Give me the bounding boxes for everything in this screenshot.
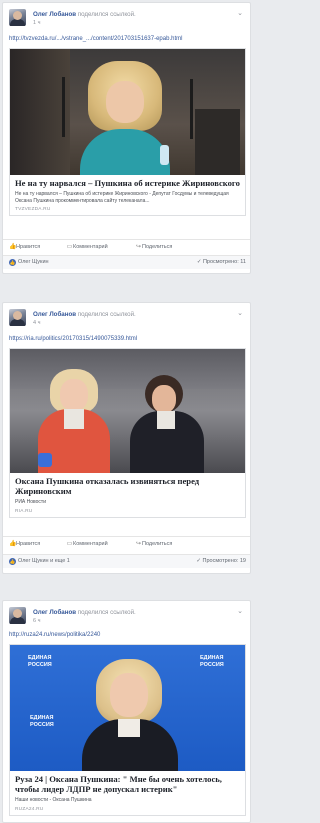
comment-label: Комментарий: [73, 244, 108, 250]
link-title[interactable]: Руза 24 | Оксана Пушкина: " Мне бы очень…: [15, 774, 240, 794]
link-title[interactable]: Не на ту нарвался – Пушкина об истерике …: [15, 178, 240, 188]
post-header: Олег Лобанов поделился ссылкой. 6 ч ⌄: [3, 601, 250, 629]
chevron-down-icon[interactable]: ⌄: [236, 608, 244, 615]
link-source: Наши новости - Оксана Пушкина: [15, 797, 92, 803]
avatar[interactable]: [9, 309, 26, 326]
share-button[interactable]: ↪Поделиться: [135, 243, 172, 250]
post-header: Олег Лобанов поделился ссылкой. 4 ч ⌄: [3, 303, 250, 331]
post-time[interactable]: 6 ч: [33, 618, 40, 624]
shared-url[interactable]: http://ruza24.ru/news/politika/2240: [9, 632, 100, 638]
like-button[interactable]: 👍Нравится: [9, 243, 40, 250]
feed-post: Олег Лобанов поделился ссылкой. 4 ч ⌄ ht…: [2, 302, 251, 574]
party-banner-lower: ЕДИНАЯ РОССИЯ: [30, 715, 54, 728]
feed-post: Олег Лобанов поделился ссылкой. 6 ч ⌄ ht…: [2, 600, 251, 823]
comment-button[interactable]: ▭Комментарий: [66, 243, 108, 250]
post-headline: Олег Лобанов поделился ссылкой.: [33, 11, 136, 18]
link-card[interactable]: Оксана Пушкина отказалась извиняться пер…: [9, 348, 246, 518]
comment-icon: ▭: [66, 244, 73, 250]
like-label: Нравится: [16, 244, 41, 250]
reactions-bar: 👍 Олег Щукин ✓ Просмотрено: 11: [3, 255, 250, 269]
comment-button[interactable]: ▭Комментарий: [66, 540, 108, 547]
party-banner-left: ЕДИНАЯ РОССИЯ: [28, 655, 52, 668]
post-headline: Олег Лобанов поделился ссылкой.: [33, 609, 136, 616]
reactions-summary[interactable]: 👍 Олег Щукин: [9, 259, 49, 266]
link-image[interactable]: [10, 49, 245, 175]
link-domain: RIA.RU: [15, 508, 33, 514]
reactions-text: Олег Щукин и еще 1: [18, 558, 70, 564]
post-header: Олег Лобанов поделился ссылкой. 1 ч ⌄: [3, 3, 250, 31]
post-time[interactable]: 4 ч: [33, 320, 40, 326]
views-text: Просмотрено: 19: [202, 558, 246, 564]
link-domain: TVZVEZDA.RU: [15, 207, 51, 212]
like-button[interactable]: 👍Нравится: [9, 540, 40, 547]
author-name[interactable]: Олег Лобанов: [33, 11, 76, 18]
share-icon: ↪: [135, 244, 142, 250]
news-feed: Олег Лобанов поделился ссылкой. 1 ч ⌄ ht…: [0, 0, 261, 823]
shared-url[interactable]: https://ria.ru/politics/20170315/1490075…: [9, 336, 137, 342]
post-actions: 👍Нравится ▭Комментарий ↪Поделиться: [3, 239, 250, 253]
link-card[interactable]: Не на ту нарвался – Пушкина об истерике …: [9, 48, 246, 216]
like-reaction-icon: 👍: [9, 558, 16, 565]
party-banner-right: ЕДИНАЯ РОССИЯ: [200, 655, 224, 668]
avatar[interactable]: [9, 607, 26, 624]
link-description: Не на ту нарвался – Пушкина об истерике …: [15, 191, 229, 204]
link-title[interactable]: Оксана Пушкина отказалась извиняться пер…: [15, 476, 240, 496]
link-image[interactable]: ЕДИНАЯ РОССИЯ ЕДИНАЯ РОССИЯ ЕДИНАЯ РОССИ…: [10, 645, 245, 771]
comment-label: Комментарий: [73, 541, 108, 547]
chevron-down-icon[interactable]: ⌄: [236, 310, 244, 317]
feed-post: Олег Лобанов поделился ссылкой. 1 ч ⌄ ht…: [2, 2, 251, 274]
link-domain: RUZA24.RU: [15, 806, 44, 812]
chevron-down-icon[interactable]: ⌄: [236, 10, 244, 17]
post-action: поделился ссылкой.: [77, 11, 136, 18]
link-source: РИА Новости: [15, 499, 47, 505]
link-image[interactable]: [10, 349, 245, 473]
views-count: ✓ Просмотрено: 11: [196, 259, 246, 265]
link-card[interactable]: ЕДИНАЯ РОССИЯ ЕДИНАЯ РОССИЯ ЕДИНАЯ РОССИ…: [9, 644, 246, 816]
share-icon: ↪: [135, 541, 142, 547]
post-action: поделился ссылкой.: [77, 609, 136, 616]
post-actions: 👍Нравится ▭Комментарий ↪Поделиться: [3, 536, 250, 550]
author-name[interactable]: Олег Лобанов: [33, 609, 76, 616]
shared-url[interactable]: http://tvzvezda.ru/.../vstrane_.../conte…: [9, 36, 182, 42]
reactions-text: Олег Щукин: [18, 259, 49, 265]
reactions-summary[interactable]: 👍 Олег Щукин и еще 1: [9, 558, 70, 565]
post-time[interactable]: 1 ч: [33, 20, 40, 26]
thumbs-up-icon: 👍: [9, 244, 17, 250]
share-label: Поделиться: [142, 244, 173, 250]
like-reaction-icon: 👍: [9, 259, 16, 266]
author-name[interactable]: Олег Лобанов: [33, 311, 76, 318]
like-label: Нравится: [16, 541, 41, 547]
share-button[interactable]: ↪Поделиться: [135, 540, 172, 547]
views-count: ✓ Просмотрено: 19: [196, 558, 246, 564]
thumbs-up-icon: 👍: [9, 541, 17, 547]
views-text: Просмотрено: 11: [202, 259, 246, 265]
comment-icon: ▭: [66, 541, 73, 547]
post-action: поделился ссылкой.: [77, 311, 136, 318]
reactions-bar: 👍 Олег Щукин и еще 1 ✓ Просмотрено: 19: [3, 554, 250, 568]
post-headline: Олег Лобанов поделился ссылкой.: [33, 311, 136, 318]
share-label: Поделиться: [142, 541, 173, 547]
avatar[interactable]: [9, 9, 26, 26]
